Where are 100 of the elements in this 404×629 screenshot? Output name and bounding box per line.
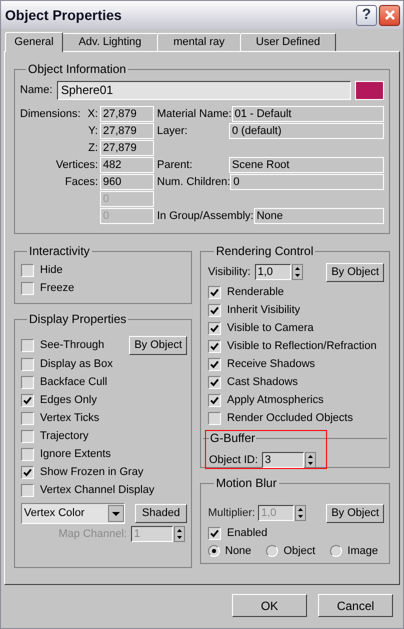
checkbox[interactable] [21,430,34,442]
checkbox-label: Edges Only [40,392,97,408]
checkbox[interactable] [21,282,34,294]
readout-field: None [254,208,384,224]
tab[interactable]: User Defined [240,33,336,51]
check-icon [23,396,32,404]
checkbox-label: Freeze [40,280,74,296]
readout-field: 0 [230,174,384,190]
radio-button[interactable] [266,545,278,557]
readout-field: 0 (default) [229,123,384,139]
tab[interactable]: General [5,32,63,52]
radio-label: None [225,544,252,559]
checkbox-label: Visible to Camera [227,320,314,336]
readout-field: 27,879 [100,140,154,156]
checkbox[interactable] [208,304,221,316]
readout-field: Scene Root [229,157,384,173]
checkbox[interactable] [21,264,34,276]
checkbox-label: Vertex Ticks [40,410,100,426]
checkbox-label: Vertex Channel Display [40,482,154,498]
dialog-button[interactable]: Cancel [318,594,393,617]
checkbox-label: Renderable [227,284,284,300]
readout-field: 01 - Default [232,106,384,122]
checkbox[interactable] [21,394,34,406]
group-title: Rendering Control [215,243,314,260]
field-label: Object ID: [209,452,258,468]
readout-field: 27,879 [100,106,154,122]
checkbox[interactable] [21,339,34,352]
checkbox-label: Render Occluded Objects [227,410,353,426]
checkbox[interactable] [21,358,34,370]
checkbox[interactable] [208,286,221,298]
spinner-field[interactable]: 1,0 [254,264,291,280]
checkbox-label: Visible to Reflection/Refraction [227,338,377,354]
by-object-button[interactable]: By Object [326,504,384,522]
checkbox[interactable] [208,412,221,424]
axis-label: Y: [88,124,98,139]
window-title: Object Properties [5,6,122,25]
shaded-button[interactable]: Shaded [135,504,187,523]
checkbox-label: Show Frozen in Gray [40,464,144,480]
field-label: Num. Children: [157,174,230,190]
group-title: G-Buffer [209,431,256,445]
by-object-button[interactable]: By Object [129,336,187,355]
spinner-arrows-icon[interactable] [304,452,316,468]
field-label: Dimensions: [20,106,81,122]
checkbox[interactable] [208,358,221,370]
field-label: Parent: [157,158,194,173]
field-label: In Group/Assembly: [157,208,254,224]
checkbox[interactable] [208,376,221,388]
dropdown[interactable]: Vertex Color [21,503,125,524]
color-swatch[interactable] [355,80,384,100]
dropdown-value: Vertex Color [24,506,86,522]
by-object-button[interactable]: By Object [326,262,384,282]
group-title: Interactivity [28,243,91,260]
radio-button[interactable] [208,545,220,557]
field-label: Visibility: [208,264,251,280]
axis-label: Z: [88,140,98,156]
help-button[interactable]: ? [356,4,377,26]
field-label: Faces: [64,174,98,190]
field-label: Layer: [157,124,189,139]
checkbox[interactable] [21,376,34,388]
field-label: Map Channel: [58,527,127,542]
readout-field: 27,879 [100,123,154,139]
spinner-arrows-icon[interactable] [292,264,303,280]
group-title: Object Information [27,61,128,78]
checkbox-label: Apply Atmospherics [227,392,324,408]
checkbox[interactable] [208,322,221,334]
checkbox[interactable] [21,484,34,496]
checkbox-label: Display as Box [40,356,113,372]
checkbox[interactable] [21,466,34,478]
spinner-arrows-icon[interactable] [174,526,185,542]
dialog-button[interactable]: OK [232,594,307,617]
close-icon [384,9,396,21]
field-label: Multiplier: [208,506,256,521]
checkbox-label: Receive Shadows [227,356,316,372]
checkbox-label: Trajectory [40,428,88,444]
checkbox[interactable] [208,526,221,540]
readout-field: 960 [100,174,154,190]
tab[interactable]: mental ray [157,33,241,51]
spinner-field[interactable]: 3 [262,452,304,468]
field-label: Vertices: [56,158,98,173]
checkbox[interactable] [21,412,34,424]
spinner-arrows-icon[interactable] [295,505,306,521]
checkbox-label: Enabled [227,526,268,541]
checkbox-label: Hide [40,262,63,278]
checkbox-label: Backface Cull [40,374,108,390]
checkbox[interactable] [21,448,34,460]
close-button[interactable] [379,4,400,26]
radio-label: Image [347,544,378,559]
checkbox[interactable] [208,394,221,406]
checkbox-label: See-Through [40,338,104,354]
checkbox[interactable] [208,340,221,352]
check-icon [23,468,32,476]
axis-label: X: [88,106,98,122]
checkbox-label: Ignore Extents [40,446,111,462]
radio-button[interactable] [330,545,342,557]
tab[interactable]: Adv. Lighting [62,33,158,51]
checkbox-label: Cast Shadows [227,374,298,390]
name-field[interactable]: Sphere01 [57,80,351,100]
field-label: Material Name: [157,106,232,122]
check-icon [210,528,219,538]
checkbox-label: Inherit Visibility [227,302,300,318]
